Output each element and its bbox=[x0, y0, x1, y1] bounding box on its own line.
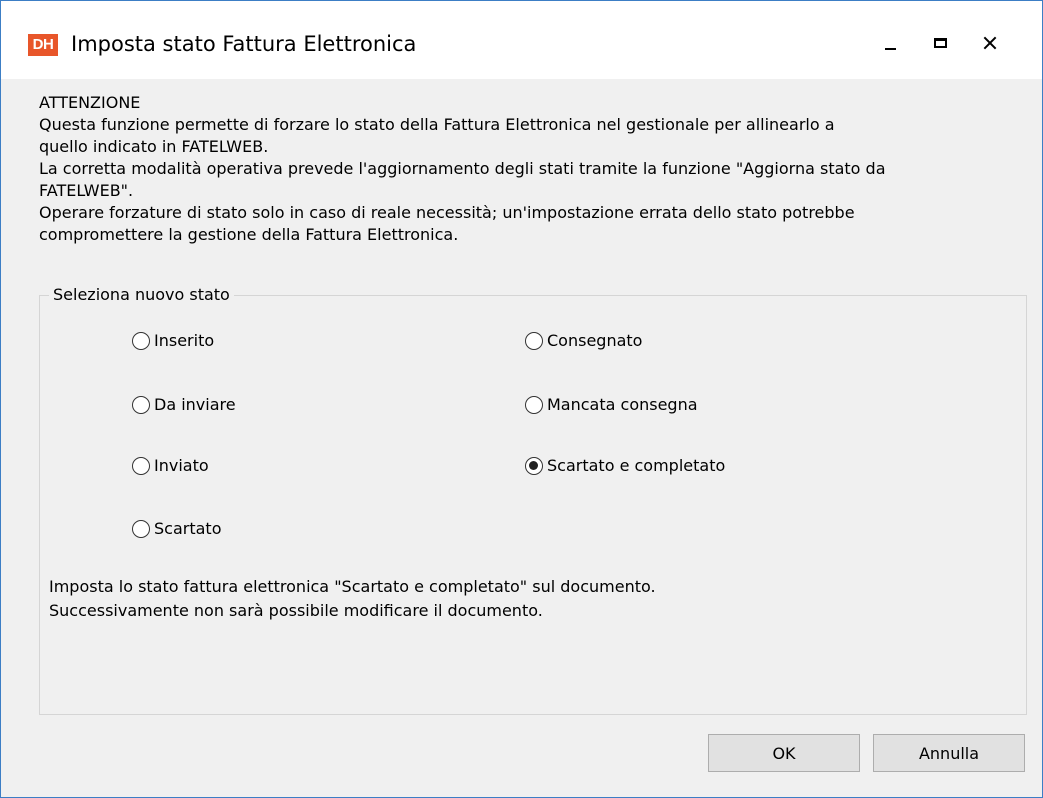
warning-line: FATELWEB". bbox=[39, 181, 134, 200]
warning-line: Questa funzione permette di forzare lo s… bbox=[39, 115, 835, 134]
close-icon bbox=[983, 36, 997, 50]
maximize-icon bbox=[933, 38, 947, 48]
radio-label: Inserito bbox=[154, 331, 215, 350]
radio-label: Consegnato bbox=[547, 331, 643, 350]
warning-line: La corretta modalità operativa prevede l… bbox=[39, 159, 886, 178]
warning-line: Operare forzature di stato solo in caso … bbox=[39, 203, 855, 222]
status-group-legend: Seleziona nuovo stato bbox=[49, 284, 234, 306]
minimize-button[interactable] bbox=[863, 21, 917, 65]
warning-text: ATTENZIONE Questa funzione permette di f… bbox=[39, 92, 1029, 246]
status-groupbox bbox=[39, 295, 1027, 715]
warning-line: quello indicato in FATELWEB. bbox=[39, 137, 269, 156]
radio-scartato[interactable]: Scartato bbox=[132, 518, 221, 540]
radio-consegnato[interactable]: Consegnato bbox=[525, 330, 642, 352]
radio-label: Scartato e completato bbox=[547, 456, 726, 475]
cancel-button[interactable]: Annulla bbox=[873, 734, 1025, 772]
warning-heading: ATTENZIONE bbox=[39, 93, 141, 112]
radio-label: Mancata consegna bbox=[547, 395, 698, 414]
radio-label: Inviato bbox=[154, 456, 209, 475]
radio-mancata-consegna[interactable]: Mancata consegna bbox=[525, 394, 698, 416]
radio-checked-icon bbox=[525, 457, 543, 475]
radio-circle-icon bbox=[525, 332, 543, 350]
status-description: Imposta lo stato fattura elettronica "Sc… bbox=[49, 575, 656, 623]
radio-da-inviare[interactable]: Da inviare bbox=[132, 394, 236, 416]
radio-circle-icon bbox=[525, 396, 543, 414]
title-bar[interactable]: DH Imposta stato Fattura Elettronica bbox=[1, 1, 1042, 79]
close-button[interactable] bbox=[963, 21, 1017, 65]
maximize-button[interactable] bbox=[913, 21, 967, 65]
radio-circle-icon bbox=[132, 332, 150, 350]
app-logo-icon: DH bbox=[28, 34, 58, 56]
ok-button[interactable]: OK bbox=[708, 734, 860, 772]
description-line: Successivamente non sarà possibile modif… bbox=[49, 601, 543, 620]
radio-inserito[interactable]: Inserito bbox=[132, 330, 214, 352]
warning-line: compromettere la gestione della Fattura … bbox=[39, 225, 459, 244]
radio-scartato-e-completato[interactable]: Scartato e completato bbox=[525, 455, 725, 477]
radio-label: Da inviare bbox=[154, 395, 236, 414]
radio-circle-icon bbox=[132, 457, 150, 475]
description-line: Imposta lo stato fattura elettronica "Sc… bbox=[49, 577, 656, 596]
radio-inviato[interactable]: Inviato bbox=[132, 455, 209, 477]
radio-label: Scartato bbox=[154, 519, 222, 538]
radio-circle-icon bbox=[132, 520, 150, 538]
window-title: Imposta stato Fattura Elettronica bbox=[71, 32, 417, 56]
minimize-icon bbox=[884, 48, 896, 50]
radio-circle-icon bbox=[132, 396, 150, 414]
